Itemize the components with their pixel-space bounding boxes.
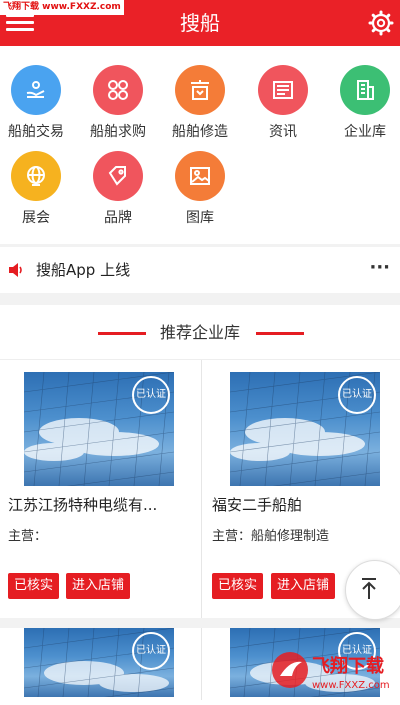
enterprise-main-business: 主营：船舶修理制造 (212, 529, 330, 544)
watermark-logo-sub: www.FXXZ.com (312, 680, 390, 691)
gear-icon[interactable] (368, 10, 394, 36)
grid-item-exhibition[interactable]: 展会 (4, 151, 68, 227)
enterprise-image: 已认证 (24, 628, 174, 697)
verified-seal: 已认证 (338, 376, 376, 414)
grid-item-label: 船舶修造 (172, 124, 228, 140)
page-title: 搜船 (180, 11, 220, 35)
enterprise-main-business: 主营： (8, 529, 48, 544)
verified-seal: 已认证 (132, 632, 170, 670)
title-divider-right (256, 332, 304, 335)
row-divider (0, 618, 400, 628)
verified-seal: 已认证 (132, 376, 170, 414)
globe-icon (11, 151, 61, 201)
enterprise-name: 江苏江扬特种电缆有... (8, 496, 158, 514)
verified-button[interactable]: 已核实 (8, 573, 60, 599)
top-bar: 飞翔下载 www.FXXZ.com 搜船 (0, 0, 400, 46)
enterprise-name: 福安二手船舶 (212, 496, 303, 514)
grid-item-ship-wanted[interactable]: 船舶求购 (86, 65, 150, 141)
more-button[interactable]: ··· (369, 247, 390, 289)
back-to-top-button[interactable] (345, 560, 400, 620)
verified-button[interactable]: 已核实 (212, 573, 264, 599)
grid-item-news[interactable]: 资讯 (251, 65, 315, 141)
notice-bar[interactable]: 搜船App 上线 ··· (0, 247, 400, 293)
grid-item-label: 图库 (186, 210, 214, 226)
enterprise-image: 已认证 (230, 372, 380, 486)
enterprise-card[interactable]: 已认证 江苏江扬特种电缆有... 主营： 已核实 进入店铺 (0, 360, 198, 618)
grid-item-brand[interactable]: 品牌 (86, 151, 150, 227)
building-icon (340, 65, 390, 115)
enterprise-card[interactable]: 已认证 (0, 628, 198, 697)
arrow-up-icon (362, 578, 376, 599)
grid-item-enterprise[interactable]: 企业库 (333, 65, 397, 141)
speaker-icon (8, 262, 26, 282)
grid-item-label: 展会 (22, 210, 50, 226)
grid-item-label: 品牌 (104, 210, 132, 226)
enterprise-image: 已认证 (24, 372, 174, 486)
hand-boat-icon (11, 65, 61, 115)
grid-item-label: 企业库 (344, 124, 386, 140)
grid-item-ship-trade[interactable]: 船舶交易 (4, 65, 68, 141)
tag-icon (93, 151, 143, 201)
grid-item-gallery[interactable]: 图库 (168, 151, 232, 227)
category-grid: 船舶交易 船舶求购 船舶修造 资讯 企业库 展会 品牌 图库 (0, 46, 400, 244)
shop-icon (175, 65, 225, 115)
grid-item-shipbuilding[interactable]: 船舶修造 (168, 65, 232, 141)
watermark-logo: 飞翔下载 www.FXXZ.com (268, 648, 394, 694)
enter-store-button[interactable]: 进入店铺 (271, 573, 336, 599)
notice-text: 搜船App 上线 (36, 261, 131, 279)
flower-icon (93, 65, 143, 115)
grid-item-label: 船舶求购 (90, 124, 146, 140)
news-icon (258, 65, 308, 115)
grid-item-label: 资讯 (269, 124, 297, 140)
image-icon (175, 151, 225, 201)
grid-item-label: 船舶交易 (8, 124, 64, 140)
watermark-logo-text: 飞翔下载 (312, 655, 384, 677)
section-title: 推荐企业库 (159, 323, 240, 342)
enter-store-button[interactable]: 进入店铺 (66, 573, 131, 599)
